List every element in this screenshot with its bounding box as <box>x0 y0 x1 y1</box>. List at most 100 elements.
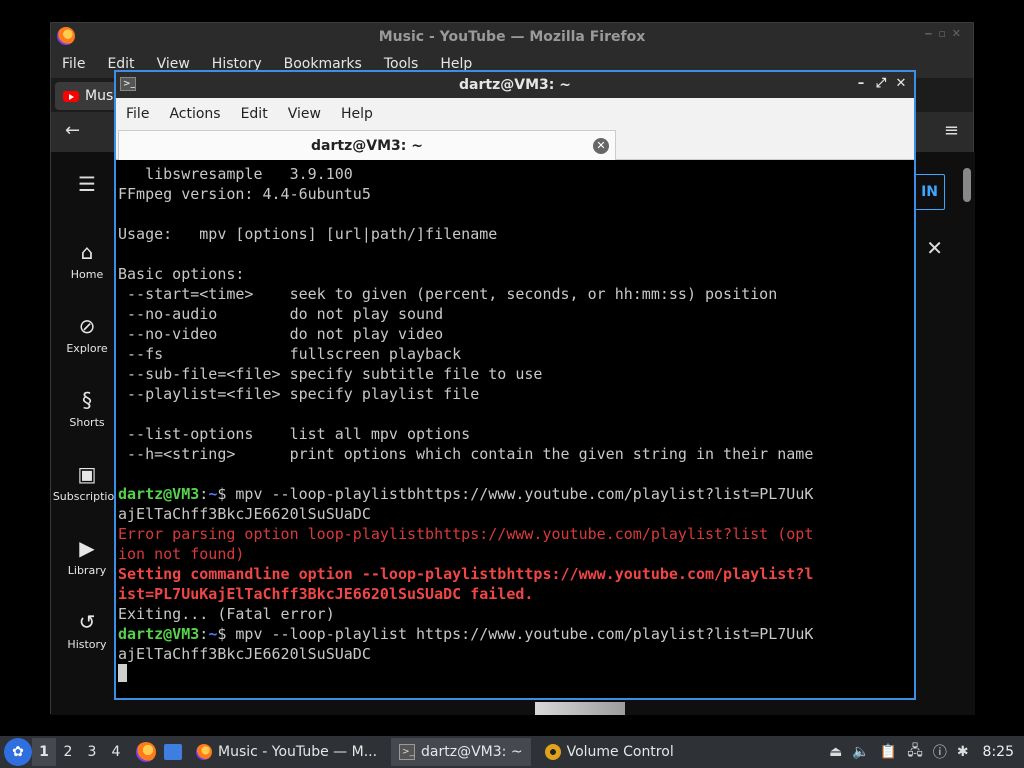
close-icon[interactable]: ✕ <box>894 76 908 92</box>
terminal-text: --list-options list all mpv options <box>118 425 471 443</box>
sidebar-item-home[interactable]: ⌂ Home <box>51 240 123 281</box>
terminal-line: libswresample 3.9.100 <box>118 164 914 184</box>
menu-view[interactable]: View <box>278 106 331 122</box>
terminal-text: ajElTaChff3BkcJE6620lSuSUaDC <box>118 645 371 663</box>
firefox-titlebar: Music - YouTube — Mozilla Firefox ‒▫✕ <box>51 23 973 50</box>
maximize-icon[interactable]: ⤢ <box>874 76 888 92</box>
sidebar-item-label: Subscription <box>52 490 122 503</box>
task-volume-control[interactable]: Volume Control <box>537 738 682 766</box>
sidebar-item-explore[interactable]: ⊘ Explore <box>51 314 123 355</box>
terminal-line: Basic options: <box>118 264 914 284</box>
terminal-line: --playlist=<file> specify playlist file <box>118 384 914 404</box>
terminal-text: Setting commandline option --loop-playli… <box>118 565 814 583</box>
sidebar-item-label: Explore <box>66 342 108 355</box>
terminal-text: : <box>199 485 209 503</box>
terminal-text: Basic options: <box>118 265 245 283</box>
bluetooth-icon[interactable]: ✱ <box>957 744 969 760</box>
terminal-text: --no-video do not play video <box>118 325 444 343</box>
firefox-icon <box>57 27 75 45</box>
workspace-3[interactable]: 3 <box>80 744 104 760</box>
terminal-icon: >_ <box>399 744 416 760</box>
terminal-text: --sub-file=<file> specify subtitle file … <box>118 365 543 383</box>
video-thumbnail[interactable] <box>535 702 625 715</box>
firefox-launcher-icon[interactable] <box>136 742 156 762</box>
back-arrow-icon[interactable]: ← <box>65 120 80 141</box>
terminal-output[interactable]: libswresample 3.9.100 FFmpeg version: 4.4… <box>118 162 914 698</box>
terminal-line: --h=<string> print options which contain… <box>118 444 914 464</box>
terminal-line: Setting commandline option --loop-playli… <box>118 564 914 584</box>
sidebar-item-shorts[interactable]: § Shorts <box>51 388 123 429</box>
history-icon: ↺ <box>78 610 96 634</box>
show-desktop-icon[interactable] <box>164 744 182 760</box>
terminal-window-title: dartz@VM3: ~ <box>459 77 571 93</box>
terminal-text: FFmpeg version: 4.4-6ubuntu5 <box>118 185 371 203</box>
terminal-text: : <box>199 625 209 643</box>
terminal-text: --fs fullscreen playback <box>118 345 462 363</box>
task-label: Music - YouTube — M... <box>218 744 378 760</box>
menu-edit[interactable]: Edit <box>231 106 278 122</box>
subscriptions-icon: ▣ <box>77 462 97 486</box>
clipboard-icon[interactable]: 📋 <box>880 744 897 760</box>
minimize-icon[interactable]: – <box>854 76 868 92</box>
workspace-4[interactable]: 4 <box>104 744 128 760</box>
clock[interactable]: 8:25 <box>983 744 1014 760</box>
prompt-user-host: dartz@VM3 <box>118 625 200 643</box>
system-tray: ⏏ 🔈 📋 🖧 ⓘ ✱ 8:25 <box>829 740 1024 764</box>
youtube-icon <box>63 90 79 102</box>
terminal-line: Usage: mpv [options] [url|path/]filename <box>118 224 914 244</box>
terminal-text: Error parsing option loop-playlistbhttps… <box>118 525 814 543</box>
guide-menu-icon[interactable]: ☰ <box>78 172 96 196</box>
close-icon[interactable]: ✕ <box>926 236 943 260</box>
terminal-line: ion not found) <box>118 544 914 564</box>
sidebar-item-label: Shorts <box>69 416 105 429</box>
terminal-text: Usage: mpv [options] [url|path/]filename <box>118 225 498 243</box>
sidebar-item-subscription[interactable]: ▣ Subscription <box>51 462 123 503</box>
terminal-line: --list-options list all mpv options <box>118 424 914 444</box>
terminal-line: --start=<time> seek to given (percent, s… <box>118 284 914 304</box>
menu-actions[interactable]: Actions <box>159 106 230 122</box>
task-terminal[interactable]: >_ dartz@VM3: ~ <box>391 738 531 766</box>
terminal-line: FFmpeg version: 4.4-6ubuntu5 <box>118 184 914 204</box>
start-menu-icon[interactable]: ✿ <box>4 738 32 766</box>
workspace-1[interactable]: 1 <box>32 738 56 766</box>
sidebar-item-history[interactable]: ↺ History <box>51 610 123 651</box>
prompt-user-host: dartz@VM3 <box>118 485 200 503</box>
terminal-tabbar: dartz@VM3: ~ ✕ <box>116 130 914 160</box>
notification-icon[interactable]: ⓘ <box>933 742 947 762</box>
firefox-window-title: Music - YouTube — Mozilla Firefox <box>378 28 646 45</box>
terminal-text: ist=PL7UuKajElTaChff3BkcJE6620lSuSUaDC f… <box>118 585 534 603</box>
menu-file[interactable]: File <box>51 56 96 72</box>
menu-help[interactable]: Help <box>331 106 383 122</box>
terminal-icon: >_ <box>120 77 136 91</box>
workspace-2[interactable]: 2 <box>56 744 80 760</box>
network-icon[interactable]: 🖧 <box>907 740 923 764</box>
terminal-line: ajElTaChff3BkcJE6620lSuSUaDC <box>118 644 914 664</box>
home-icon: ⌂ <box>80 240 94 264</box>
terminal-text: ion not found) <box>118 545 245 563</box>
scrollbar-thumb[interactable] <box>963 168 971 202</box>
compass-icon: ⊘ <box>78 314 96 338</box>
terminal-line: ist=PL7UuKajElTaChff3BkcJE6620lSuSUaDC f… <box>118 584 914 604</box>
task-firefox[interactable]: Music - YouTube — M... <box>188 738 385 766</box>
menu-file[interactable]: File <box>116 106 159 122</box>
sidebar-item-library[interactable]: ▶ Library <box>51 536 123 577</box>
taskbar: ✿ 1 2 3 4 Music - YouTube — M... >_ dart… <box>0 736 1024 768</box>
window-controls-icon[interactable]: ‒▫✕ <box>925 27 967 40</box>
speaker-icon[interactable]: 🔈 <box>852 744 869 760</box>
terminal-text: --no-audio do not play sound <box>118 305 444 323</box>
terminal-line: dartz@VM3:~$ mpv --loop-playlistbhttps:/… <box>118 484 914 504</box>
terminal-titlebar: >_ dartz@VM3: ~ – ⤢ ✕ <box>116 72 914 98</box>
terminal-text: --start=<time> seek to given (percent, s… <box>118 285 778 303</box>
terminal-text: $ mpv --loop-playlistbhttps://www.youtub… <box>217 485 814 503</box>
desktop: Music - YouTube — Mozilla Firefox ‒▫✕ Fi… <box>0 0 1024 768</box>
close-tab-icon[interactable]: ✕ <box>593 138 609 154</box>
eject-icon[interactable]: ⏏ <box>829 744 842 760</box>
hamburger-menu-icon[interactable]: ≡ <box>944 120 959 141</box>
task-label: Volume Control <box>566 744 674 760</box>
terminal-tab[interactable]: dartz@VM3: ~ ✕ <box>118 130 616 160</box>
terminal-line: --sub-file=<file> specify subtitle file … <box>118 364 914 384</box>
